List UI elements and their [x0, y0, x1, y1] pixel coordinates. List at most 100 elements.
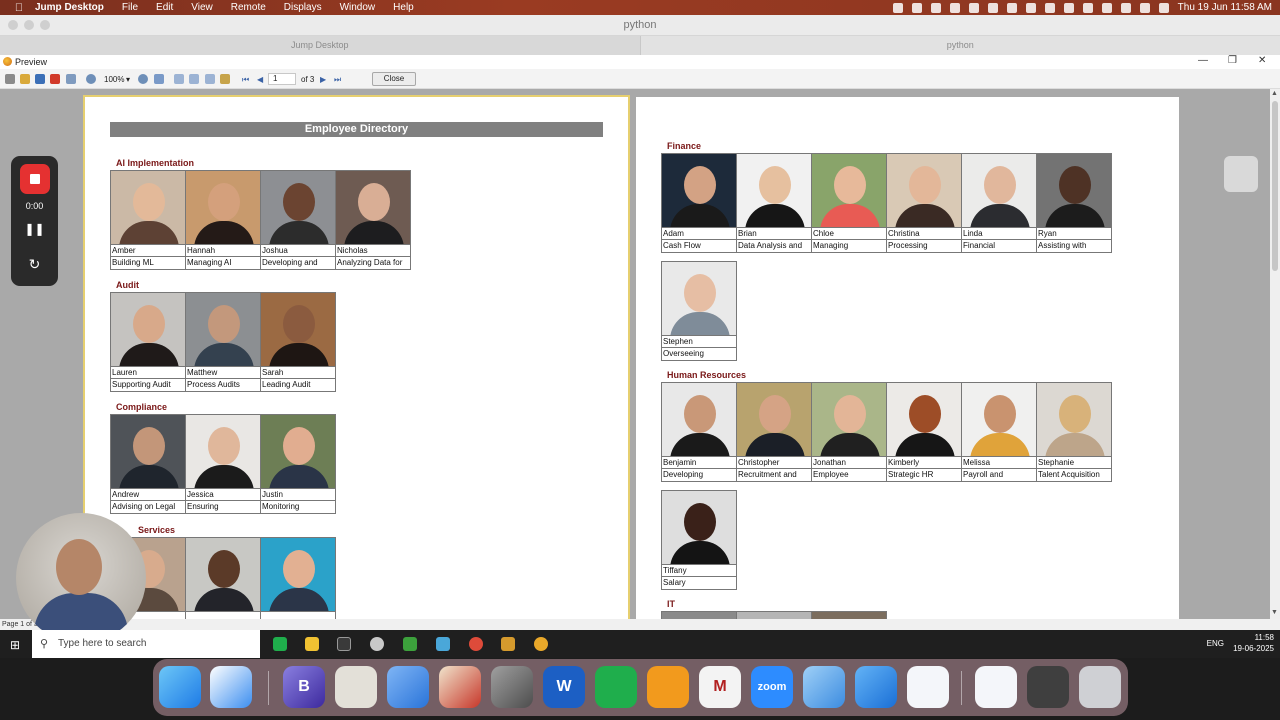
wallet-app-icon[interactable] [439, 666, 481, 708]
page-number-input[interactable]: 1 [268, 73, 296, 85]
status-icon[interactable] [987, 2, 998, 13]
apple-icon[interactable]:  [12, 2, 26, 14]
menu-view[interactable]: View [182, 2, 222, 13]
close-icon[interactable]: ✕ [1258, 55, 1266, 66]
scroll-down-icon[interactable]: ▼ [1271, 609, 1278, 616]
windows-start-icon[interactable]: ⊞ [10, 638, 20, 652]
print-icon[interactable] [5, 74, 15, 84]
control-center-icon[interactable] [1139, 2, 1150, 13]
first-page-icon[interactable]: ⏮ [242, 75, 249, 85]
language-indicator[interactable]: ENG [1207, 639, 1224, 648]
app-icon[interactable] [595, 666, 637, 708]
zoom-icon[interactable]: zoom [751, 666, 793, 708]
minimize-icon[interactable]: — [1198, 55, 1208, 66]
taskbar-app-icon[interactable] [436, 637, 450, 651]
zoom-in-icon[interactable] [86, 74, 96, 84]
status-icon[interactable] [930, 2, 941, 13]
find-icon[interactable] [66, 74, 76, 84]
jump-desktop-icon[interactable] [855, 666, 897, 708]
preview-canvas[interactable]: Employee Directory AI Implementation Amb… [0, 89, 1270, 619]
status-icon[interactable] [1044, 2, 1055, 13]
app-icon[interactable]: M [699, 666, 741, 708]
python-app-icon[interactable] [501, 637, 515, 651]
password-manager-icon[interactable] [975, 666, 1017, 708]
scrollbar-thumb[interactable] [1272, 101, 1278, 271]
system-settings-icon[interactable] [491, 666, 533, 708]
two-page-icon[interactable] [189, 74, 199, 84]
single-page-icon[interactable] [174, 74, 184, 84]
status-icon[interactable] [968, 2, 979, 13]
menu-help[interactable]: Help [384, 2, 423, 13]
taskbar-clock[interactable]: 11:58 19-06-2025 [1233, 632, 1274, 654]
broom-icon[interactable] [335, 666, 377, 708]
zoom-dropdown-icon[interactable]: ▾ [126, 75, 130, 84]
finder-icon[interactable] [159, 666, 201, 708]
open-icon[interactable] [20, 74, 30, 84]
menu-file[interactable]: File [113, 2, 147, 13]
employee-name: Sarah [261, 367, 335, 379]
keynote-icon[interactable] [803, 666, 845, 708]
books-icon[interactable] [647, 666, 689, 708]
options-icon[interactable] [220, 74, 230, 84]
webcam-bubble[interactable] [16, 513, 146, 643]
keyboard-shortcut-icon[interactable] [1224, 156, 1258, 192]
employee-photo [962, 383, 1036, 457]
menu-window[interactable]: Window [331, 2, 385, 13]
pdf-icon[interactable] [50, 74, 60, 84]
pause-icon[interactable]: ❚❚ [11, 222, 58, 236]
safari-icon[interactable] [210, 666, 252, 708]
close-button[interactable]: Close [372, 72, 416, 86]
taskbar-search-input[interactable]: ⚲ Type here to search [32, 630, 260, 658]
taskbar-app-icon[interactable] [273, 637, 287, 651]
taskbar-app-icon[interactable] [403, 637, 417, 651]
status-icon[interactable] [1006, 2, 1017, 13]
save-icon[interactable] [35, 74, 45, 84]
windows-taskbar: ⊞ ⚲ Type here to search ENG 11:58 19-06-… [0, 630, 1280, 658]
last-page-icon[interactable]: ⏭ [334, 75, 341, 85]
restore-icon[interactable]: ❐ [1228, 55, 1237, 66]
word-icon[interactable]: W [543, 666, 585, 708]
zoom-level[interactable]: 100% [104, 75, 124, 84]
menu-remote[interactable]: Remote [222, 2, 275, 13]
restart-icon[interactable]: ↻ [11, 256, 58, 273]
battery-icon[interactable] [1082, 2, 1093, 13]
password-manager-icon[interactable] [907, 666, 949, 708]
trash-icon[interactable] [1079, 666, 1121, 708]
bbedit-icon[interactable]: B [283, 666, 325, 708]
next-page-icon[interactable]: ▶ [320, 75, 326, 84]
fit-page-icon[interactable] [154, 74, 164, 84]
window-preview-icon[interactable] [1027, 666, 1069, 708]
status-icon[interactable] [949, 2, 960, 13]
wifi-icon[interactable] [1101, 2, 1112, 13]
tab-jump-desktop[interactable]: Jump Desktop [0, 36, 641, 55]
menu-app-name[interactable]: Jump Desktop [26, 2, 113, 13]
stop-recording-button[interactable] [20, 164, 50, 194]
employee-name: Lauren [111, 367, 185, 379]
search-icon[interactable] [1120, 2, 1131, 13]
taskbar-app-icon[interactable] [534, 637, 548, 651]
department-heading: Services [138, 525, 176, 535]
employee-role: Talent Acquisition [1038, 470, 1100, 479]
employee-name [186, 612, 260, 619]
status-icon[interactable] [911, 2, 922, 13]
employee-role: Managing [813, 241, 849, 250]
chrome-icon[interactable] [469, 637, 483, 651]
menu-displays[interactable]: Displays [275, 2, 331, 13]
vertical-scrollbar[interactable]: ▲ ▼ [1270, 89, 1280, 619]
menu-edit[interactable]: Edit [147, 2, 182, 13]
previous-page-icon[interactable]: ◀ [257, 75, 263, 84]
status-icon[interactable] [892, 2, 903, 13]
zoom-out-icon[interactable] [138, 74, 148, 84]
taskbar-app-icon[interactable] [370, 637, 384, 651]
terminal-icon[interactable] [337, 637, 351, 651]
bookmark-icon[interactable] [387, 666, 429, 708]
page-setup-icon[interactable] [205, 74, 215, 84]
file-explorer-icon[interactable] [305, 637, 319, 651]
search-placeholder: Type here to search [58, 638, 147, 649]
status-icon[interactable] [1025, 2, 1036, 13]
siri-icon[interactable] [1158, 2, 1169, 13]
tab-python[interactable]: python [641, 36, 1280, 55]
menubar-clock[interactable]: Thu 19 Jun 11:58 AM [1178, 2, 1272, 13]
scroll-up-icon[interactable]: ▲ [1271, 90, 1278, 97]
status-icon[interactable] [1063, 2, 1074, 13]
